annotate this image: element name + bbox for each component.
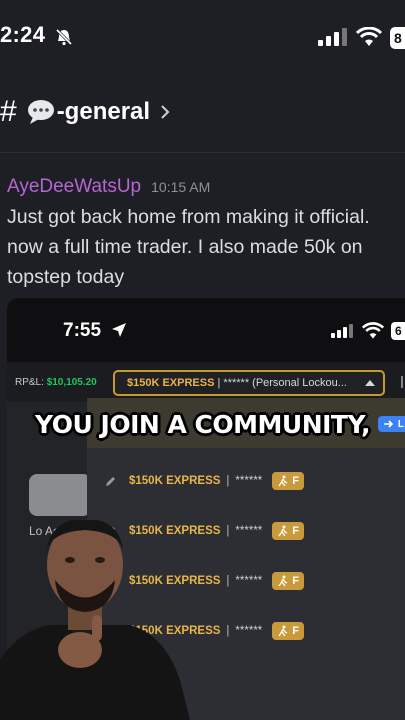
- presenter-video-overlay: [0, 520, 190, 720]
- location-arrow-icon: [112, 323, 126, 337]
- wifi-icon: [356, 27, 382, 46]
- account-option-mask: ******: [235, 625, 263, 637]
- account-option-mask: ******: [235, 475, 263, 487]
- bell-muted-icon: [55, 28, 73, 46]
- header-divider: [0, 152, 405, 153]
- account-status-badge: F: [272, 472, 305, 490]
- account-status-badge: F: [272, 572, 305, 590]
- person-walking-icon: [278, 475, 288, 487]
- account-option-sep: |: [226, 575, 230, 587]
- person-walking-icon: [278, 575, 288, 587]
- attachment-battery-icon: 6: [391, 322, 405, 340]
- rpl-label: RP&L:: [15, 377, 44, 388]
- rpl-display: RP&L: $10,105.20: [15, 377, 97, 388]
- attachment-signal-icon: [331, 324, 353, 338]
- account-selector[interactable]: $150K EXPRESS | ****** (Personal Lockou.…: [113, 370, 385, 396]
- battery-icon: 8: [390, 27, 405, 49]
- person-walking-icon: [278, 525, 288, 537]
- signal-icon: [318, 28, 347, 46]
- attachment-wifi-icon: [362, 322, 384, 339]
- more-icon[interactable]: [401, 376, 403, 388]
- panel-button[interactable]: [29, 474, 91, 516]
- message-timestamp: 10:15 AM: [151, 179, 211, 195]
- caret-up-icon: [365, 380, 375, 386]
- chevron-right-icon: [161, 105, 170, 119]
- account-option-sep: |: [226, 625, 230, 637]
- attachment-status-time: 7:55: [63, 320, 102, 341]
- channel-name: -general: [56, 98, 151, 125]
- channel-hash-icon: #: [0, 95, 17, 128]
- speech-bubble-icon: [27, 100, 54, 124]
- account-status-badge: F: [272, 622, 305, 640]
- channel-header[interactable]: # -general: [0, 92, 172, 132]
- person-walking-icon: [278, 625, 288, 637]
- rpl-value: $10,105.20: [46, 377, 97, 388]
- status-time: 2:24: [0, 22, 46, 47]
- account-option-sep: |: [226, 475, 230, 487]
- message-author[interactable]: AyeDeeWatsUp: [7, 176, 141, 197]
- account-option-sep: |: [226, 525, 230, 537]
- trading-topbar: RP&L: $10,105.20 $150K EXPRESS | ****** …: [7, 362, 405, 402]
- account-option-mask: ******: [235, 525, 263, 537]
- account-selector-detail: | ****** (Personal Lockou...: [217, 377, 347, 389]
- status-bar: 2:24 8: [0, 0, 405, 70]
- account-selector-name: $150K EXPRESS: [127, 377, 215, 389]
- message-text: Just got back home from making it offici…: [7, 206, 370, 288]
- account-option-mask: ******: [235, 575, 263, 587]
- pencil-icon[interactable]: [105, 475, 117, 487]
- video-caption: YOU JOIN A COMMUNITY,: [35, 410, 370, 439]
- account-status-badge: F: [272, 522, 305, 540]
- account-option-name: $150K EXPRESS: [129, 475, 221, 487]
- chat-message: AyeDeeWatsUp 10:15 AM Just got back home …: [7, 176, 405, 292]
- account-option[interactable]: $150K EXPRESS | ****** F: [87, 456, 405, 506]
